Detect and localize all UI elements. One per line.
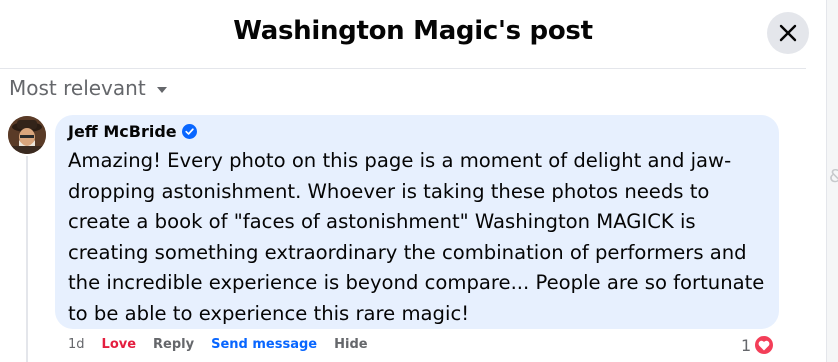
comment-actions: 1d Love Reply Send message Hide: [68, 337, 385, 352]
dialog-header: Washington Magic's post: [0, 0, 809, 69]
comment-text: Amazing! Every photo on this page is a m…: [68, 149, 765, 325]
comment-timestamp[interactable]: 1d: [68, 337, 85, 352]
reaction-count: 1: [741, 335, 752, 355]
partial-edge-glyph: &: [829, 166, 838, 187]
comment-author-row: Jeff McBride: [68, 122, 197, 141]
comment-bubble: Jeff McBride Amazing! Every photo on thi…: [55, 115, 779, 329]
caret-down-icon: [156, 86, 167, 93]
dialog-title: Washington Magic's post: [233, 16, 593, 46]
avatar-image: [8, 116, 46, 154]
reaction-summary[interactable]: 1: [741, 334, 776, 356]
send-message-button[interactable]: Send message: [211, 337, 317, 352]
close-button[interactable]: [767, 12, 809, 54]
thread-line: [26, 156, 28, 362]
close-icon: [779, 24, 797, 42]
love-button[interactable]: Love: [102, 337, 137, 352]
sort-label: Most relevant: [9, 76, 146, 100]
sort-dropdown[interactable]: Most relevant: [9, 76, 168, 100]
verified-badge-icon: [181, 124, 197, 139]
heart-icon: [753, 334, 776, 356]
comment-author[interactable]: Jeff McBride: [68, 122, 177, 141]
reply-button[interactable]: Reply: [153, 337, 194, 352]
hide-button[interactable]: Hide: [334, 337, 367, 352]
avatar[interactable]: [8, 116, 46, 154]
